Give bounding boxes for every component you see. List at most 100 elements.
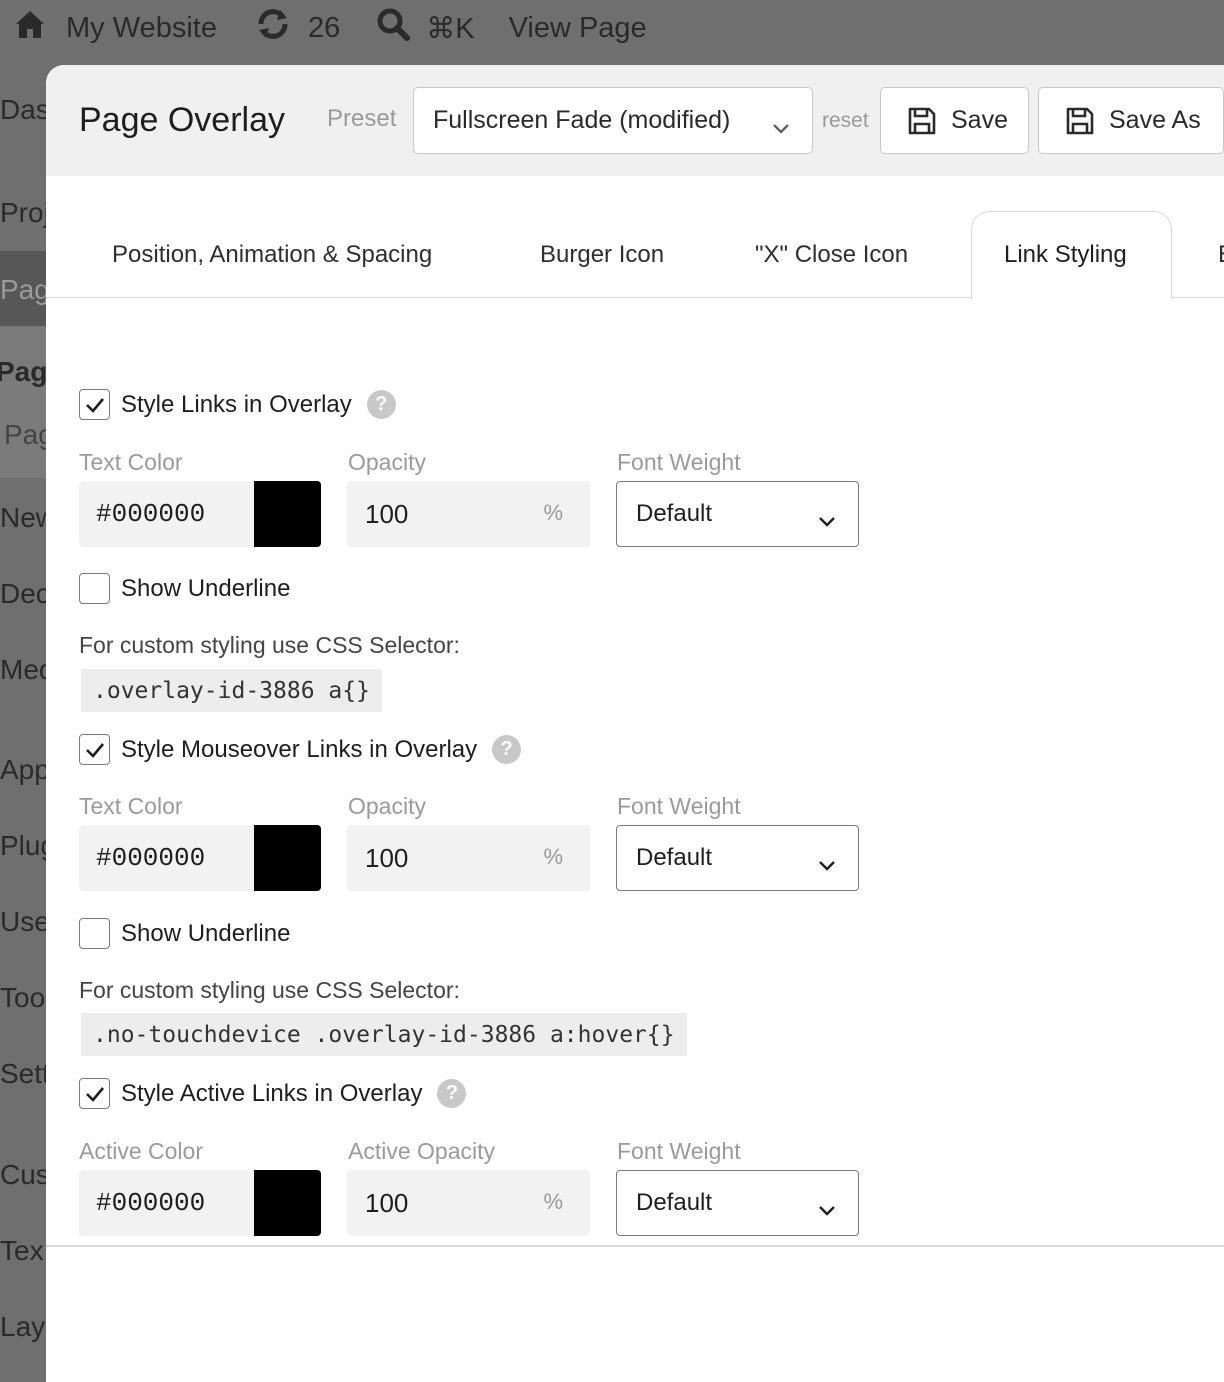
tab-link-styling[interactable]: Link Styling	[971, 211, 1172, 299]
chevron-down-icon	[772, 113, 790, 142]
chevron-down-icon	[818, 851, 836, 879]
save-label: Save	[951, 106, 1008, 134]
sidebar-item[interactable]: Das	[0, 94, 46, 126]
tab-position-animation-spacing[interactable]: Position, Animation & Spacing	[112, 241, 432, 269]
opacity-label: Opacity	[348, 793, 426, 819]
font-weight-label: Font Weight	[617, 1138, 741, 1164]
text-color-swatch[interactable]	[254, 825, 321, 891]
sidebar-item[interactable]: Plug	[0, 830, 46, 862]
save-icon	[1066, 107, 1094, 134]
style-links-row: Style Links in Overlay ?	[79, 389, 396, 420]
text-color-label: Text Color	[79, 449, 183, 475]
sidebar-item[interactable]: New	[0, 502, 46, 534]
sidebar-item[interactable]: Page	[0, 356, 46, 388]
tab-link-styling-label: Link Styling	[1004, 241, 1127, 268]
style-active-links-row: Style Active Links in Overlay ?	[79, 1078, 467, 1109]
view-page-link[interactable]: View Page	[509, 0, 647, 56]
text-color-label: Text Color	[79, 793, 183, 819]
check-icon	[85, 1086, 104, 1102]
help-icon[interactable]: ?	[492, 735, 522, 764]
preset-select[interactable]: Fullscreen Fade (modified)	[413, 87, 813, 154]
opacity-value: 100	[365, 498, 409, 529]
sidebar-item[interactable]: App	[0, 754, 46, 786]
tab-bar: Position, Animation & Spacing Burger Ico…	[46, 176, 1224, 299]
show-underline-checkbox[interactable]	[79, 573, 110, 604]
sidebar-item[interactable]: Sett	[0, 1058, 46, 1090]
font-weight-select[interactable]: Default	[616, 825, 859, 891]
admin-bar-search[interactable]: ⌘K	[376, 0, 475, 56]
show-underline-label: Show Underline	[121, 919, 291, 947]
show-underline-row: Show Underline	[79, 918, 290, 949]
tab-close-icon[interactable]: "X" Close Icon	[755, 241, 908, 269]
sidebar-item[interactable]: Lay	[0, 1311, 45, 1343]
refresh-icon	[253, 7, 293, 49]
modal-header: Page Overlay Preset Fullscreen Fade (mod…	[46, 65, 1224, 176]
sidebar-item[interactable]: Tex	[0, 1235, 44, 1267]
search-icon	[376, 7, 411, 49]
save-as-button[interactable]: Save As	[1038, 87, 1224, 154]
site-name: My Website	[66, 11, 217, 44]
opacity-input[interactable]: 100 %	[347, 481, 590, 547]
css-selector-code: .overlay-id-3886 a{}	[81, 669, 382, 712]
sidebar-item[interactable]: Too	[0, 982, 45, 1014]
style-mouseover-links-label: Style Mouseover Links in Overlay	[121, 735, 478, 763]
sidebar-item[interactable]: Use	[0, 906, 46, 938]
sidebar-item[interactable]: Proj	[0, 197, 46, 229]
font-weight-select[interactable]: Default	[616, 1170, 859, 1236]
show-underline-checkbox[interactable]	[79, 918, 110, 949]
opacity-label: Opacity	[348, 449, 426, 475]
admin-bar: My Website 26 ⌘K View Page	[0, 0, 1224, 56]
tab-burger-icon[interactable]: Burger Icon	[540, 241, 664, 269]
home-icon	[13, 7, 47, 49]
tab-overflow[interactable]: E	[1218, 241, 1224, 269]
link-styling-panel: Style Links in Overlay ? Text Color Opac…	[46, 299, 1224, 1245]
sidebar-submenu	[0, 326, 46, 478]
active-color-swatch[interactable]	[254, 1170, 321, 1236]
style-links-checkbox[interactable]	[79, 389, 110, 420]
text-color-swatch[interactable]	[254, 481, 321, 547]
save-as-label: Save As	[1109, 106, 1201, 134]
chevron-down-icon	[818, 1196, 836, 1224]
sidebar-item[interactable]: Cus	[0, 1159, 46, 1191]
font-weight-select[interactable]: Default	[616, 481, 859, 547]
save-button[interactable]: Save	[880, 87, 1029, 154]
active-color-label: Active Color	[79, 1138, 203, 1164]
show-underline-label: Show Underline	[121, 574, 291, 602]
opacity-input[interactable]: 100 %	[347, 825, 590, 891]
sidebar-item[interactable]: Pag	[0, 274, 46, 306]
view-page-label: View Page	[508, 11, 647, 44]
sidebar-item[interactable]: Dec	[0, 578, 46, 610]
preset-label: Preset	[327, 105, 397, 132]
preset-value: Fullscreen Fade (modified)	[433, 106, 731, 134]
font-weight-label: Font Weight	[617, 449, 741, 475]
font-weight-value: Default	[636, 500, 713, 527]
help-icon[interactable]: ?	[437, 1079, 467, 1108]
font-weight-value: Default	[636, 844, 713, 871]
css-selector-code: .no-touchdevice .overlay-id-3886 a:hover…	[81, 1013, 687, 1056]
save-icon	[908, 107, 936, 134]
style-links-label: Style Links in Overlay	[121, 390, 352, 418]
percent-unit: %	[543, 1189, 563, 1214]
reset-link[interactable]: reset	[822, 109, 869, 133]
updates-count: 26	[307, 11, 341, 44]
check-icon	[85, 397, 104, 413]
sidebar-item[interactable]: Med	[0, 654, 46, 686]
show-underline-row: Show Underline	[79, 573, 290, 604]
admin-bar-updates[interactable]: 26	[253, 0, 340, 56]
admin-bar-home[interactable]: My Website	[13, 0, 217, 56]
opacity-value: 100	[365, 1187, 409, 1218]
search-shortcut: ⌘K	[426, 12, 475, 45]
active-opacity-input[interactable]: 100 %	[347, 1170, 590, 1236]
style-mouseover-links-checkbox[interactable]	[79, 734, 110, 765]
sidebar-item[interactable]: Pag	[4, 419, 46, 451]
style-active-links-checkbox[interactable]	[79, 1078, 110, 1109]
opacity-value: 100	[365, 842, 409, 873]
active-opacity-label: Active Opacity	[348, 1138, 495, 1164]
percent-unit: %	[543, 844, 563, 869]
chevron-down-icon	[818, 507, 836, 535]
modal-title: Page Overlay	[79, 101, 285, 139]
css-selector-hint: For custom styling use CSS Selector:	[79, 632, 460, 658]
help-icon[interactable]: ?	[366, 390, 396, 419]
font-weight-label: Font Weight	[617, 793, 741, 819]
css-selector-hint: For custom styling use CSS Selector:	[79, 977, 460, 1003]
